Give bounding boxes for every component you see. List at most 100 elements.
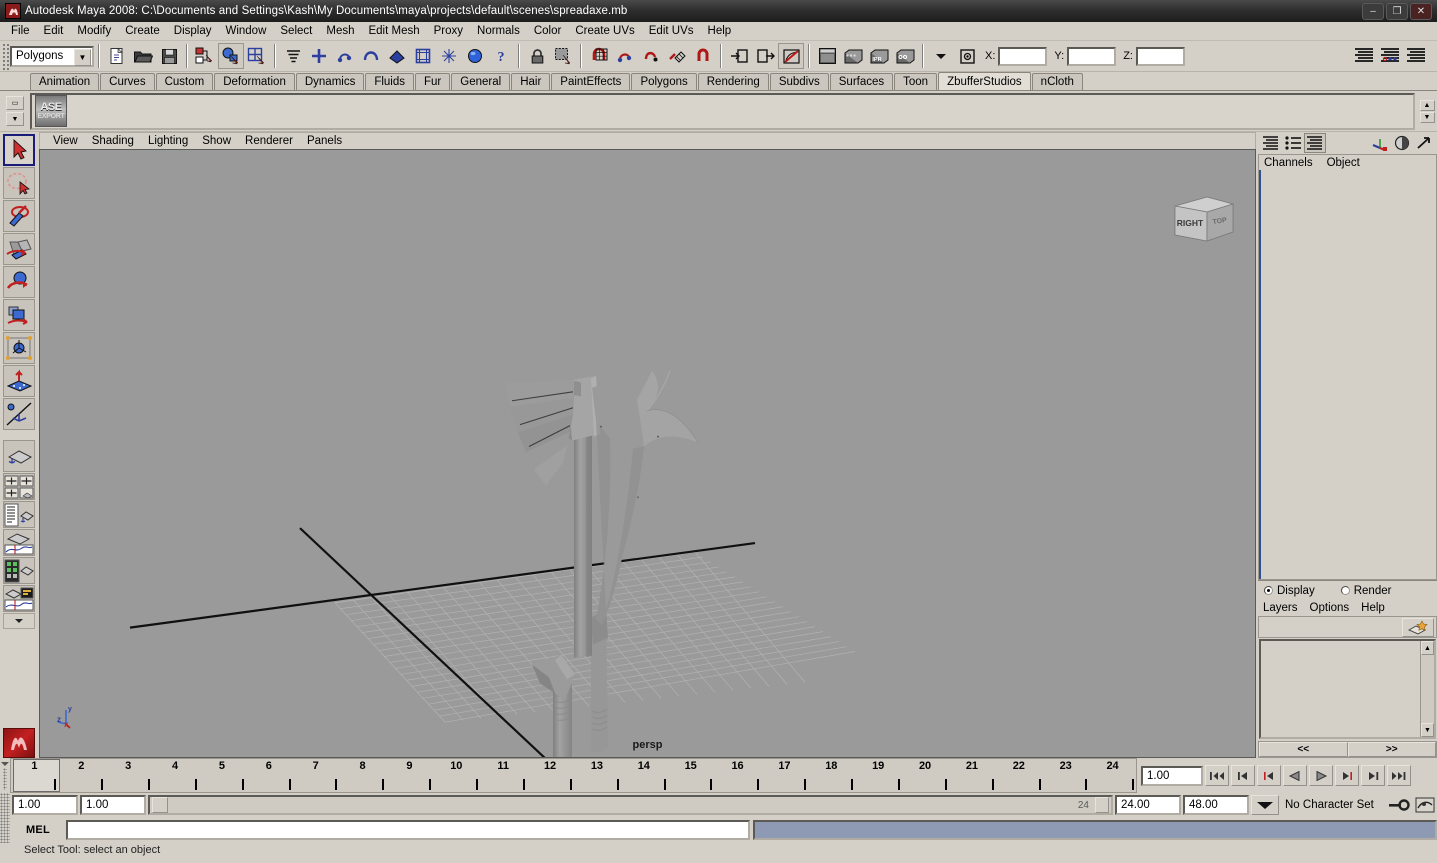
layer-list-scrollbar[interactable]: ▲ ▼ [1420,641,1434,737]
viewport-menu-panels[interactable]: Panels [300,134,349,148]
four-view-layout[interactable] [2,473,35,500]
open-scene-icon[interactable] [130,43,156,69]
scroll-up-icon[interactable]: ▲ [1421,641,1434,655]
snap-relative-icon[interactable] [436,43,462,69]
close-button[interactable]: ✕ [1410,2,1432,20]
menu-mesh[interactable]: Mesh [319,23,361,39]
channel-box-arrow-icon[interactable] [1413,133,1435,153]
lasso-select-tool[interactable] [2,167,35,199]
snap-curve-icon[interactable] [332,43,358,69]
output-connections-icon[interactable] [752,43,778,69]
shelf-tab-hair[interactable]: Hair [511,73,551,90]
snap-view-red-icon[interactable] [664,43,690,69]
viewcube[interactable]: RIGHT TOP [1169,190,1239,251]
coord-y-input[interactable] [1067,46,1117,66]
new-scene-icon[interactable] [104,43,130,69]
single-perspective-layout[interactable] [2,440,35,472]
select-by-component-icon[interactable] [244,43,270,69]
layout-dropdown[interactable] [2,613,35,629]
attribute-editor-icon[interactable] [1369,133,1391,153]
question-icon[interactable]: ? [488,43,514,69]
auto-keyframe-icon[interactable] [1387,795,1411,816]
viewport-menu-show[interactable]: Show [195,134,238,148]
channel-box-menu-channels[interactable]: Channels [1264,157,1321,169]
input-connections-icon[interactable] [726,43,752,69]
render-settings-icon[interactable] [892,43,918,69]
universal-manipulator-tool[interactable] [2,332,35,364]
shelf-tab-surfaces[interactable]: Surfaces [829,73,894,90]
ase-export-shelf-button[interactable]: ASE EXPORT [35,95,67,127]
render-current-frame-icon[interactable] [814,43,840,69]
current-frame-field[interactable]: 1.00 [1141,765,1203,786]
persp-graph-layout[interactable] [2,529,35,556]
show-both-icon[interactable] [1304,133,1326,153]
persp-trax-graph-layout[interactable] [2,585,35,612]
shelf-tab-ncloth[interactable]: nCloth [1031,73,1083,90]
menu-edit[interactable]: Edit [37,23,71,39]
menu-create[interactable]: Create [118,23,167,39]
shelf-scroll-up-button[interactable]: ▲ [1419,99,1435,111]
menu-create-uvs[interactable]: Create UVs [568,23,641,39]
command-line-grip[interactable] [0,817,10,843]
select-by-object-icon[interactable] [218,43,244,69]
playback-start-field[interactable]: 1.00 [80,795,146,815]
time-slider-grip[interactable] [0,758,10,793]
highlight-selection-icon[interactable] [550,43,576,69]
step-forward-key-button[interactable] [1335,765,1359,786]
magnet-blue-icon[interactable] [462,43,488,69]
shelf-tab-subdivs[interactable]: Subdivs [769,73,829,90]
select-by-hierarchy-icon[interactable] [192,43,218,69]
shelf-tab-general[interactable]: General [451,73,511,90]
menu-normals[interactable]: Normals [470,23,527,39]
magnet-red-grid-icon[interactable] [586,43,612,69]
channel-box-menu-object[interactable]: Object [1327,157,1368,169]
menu-color[interactable]: Color [527,23,568,39]
viewport-3d[interactable]: RIGHT TOP z x y persp [39,149,1256,758]
playback-end-field[interactable]: 24.00 [1115,795,1181,815]
layer-nav-prev-button[interactable]: << [1259,742,1348,757]
channel-box-content[interactable] [1258,170,1437,580]
magnet-icon[interactable] [690,43,716,69]
shelf-tab-animation[interactable]: Animation [30,73,100,90]
selection-mode-dropdown[interactable]: Polygons ▼ [10,45,94,67]
play-forwards-button[interactable] [1309,765,1333,786]
anim-end-field[interactable]: 48.00 [1183,795,1249,815]
layer-list[interactable]: ▲ ▼ [1259,639,1436,739]
time-slider[interactable]: 1 2 3 4 5 6 7 8 9 10 11 12 13 14 15 16 17 18 19 20 21 22 23 24 [10,758,1137,793]
layer-menu-options[interactable]: Options [1310,602,1350,614]
show-channel-box-icon[interactable] [1403,43,1429,69]
shelf-tab-painteffects[interactable]: PaintEffects [551,73,631,90]
shelf-tab-deformation[interactable]: Deformation [214,73,295,90]
display-radio[interactable] [1264,586,1273,595]
shelf-tab-zbufferstudios[interactable]: ZbufferStudios [938,72,1031,90]
paint-select-tool[interactable] [2,200,35,232]
shelf-scroll-down-button[interactable]: ▼ [1419,111,1435,123]
rotate-tool[interactable] [2,266,35,298]
range-slider-left-handle[interactable] [152,797,168,813]
layer-nav-next-button[interactable]: >> [1347,742,1436,757]
minimize-button[interactable]: – [1362,2,1384,20]
move-tool[interactable] [2,233,35,265]
menu-display[interactable]: Display [167,23,219,39]
go-to-end-button[interactable] [1387,765,1411,786]
character-set-dropdown[interactable] [1251,795,1279,815]
shelf-menu-button[interactable]: ▼ [6,112,24,126]
tool-settings-icon[interactable] [1391,133,1413,153]
snap-surface-icon[interactable] [410,43,436,69]
range-slider-grip[interactable] [0,793,10,817]
animation-preferences-icon[interactable] [1413,795,1437,816]
snap-point-icon[interactable] [358,43,384,69]
shelf-tab-fluids[interactable]: Fluids [365,73,415,90]
save-scene-icon[interactable] [156,43,182,69]
menu-file[interactable]: File [4,23,37,39]
shelf-tab-dynamics[interactable]: Dynamics [295,73,365,90]
shelf-tab-custom[interactable]: Custom [155,73,214,90]
go-to-start-button[interactable] [1205,765,1229,786]
show-channel-box-only-icon[interactable] [1260,133,1282,153]
range-slider[interactable]: 24 [148,795,1113,815]
restore-button[interactable]: ❐ [1386,2,1408,20]
menu-edit-uvs[interactable]: Edit UVs [642,23,701,39]
construction-history-icon[interactable] [778,43,804,69]
menu-modify[interactable]: Modify [70,23,118,39]
snap-point-red-icon[interactable] [638,43,664,69]
